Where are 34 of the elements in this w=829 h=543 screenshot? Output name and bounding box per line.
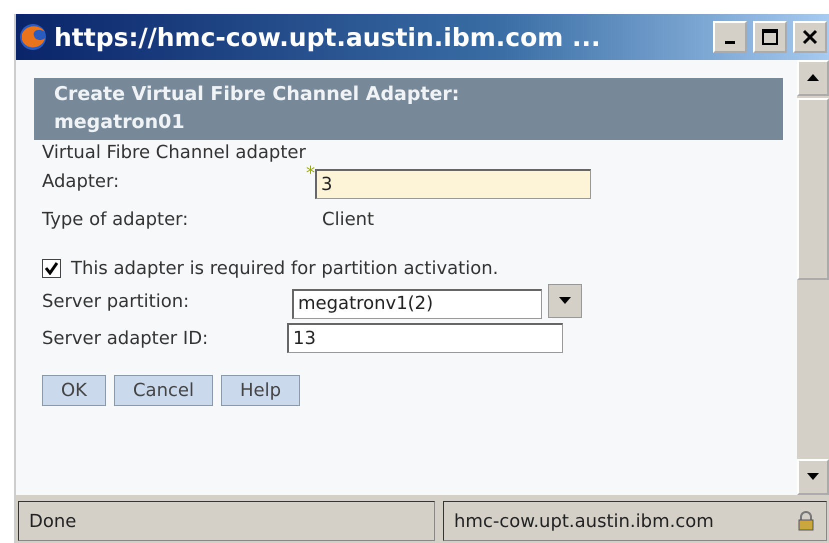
dialog-heading: Create Virtual Fibre Channel Adapter: megatron01 bbox=[34, 78, 783, 140]
server-adapter-id-label: Server adapter ID: bbox=[42, 328, 210, 348]
dialog-button[interactable]: OK bbox=[42, 375, 106, 406]
window-title: https://hmc-cow.upt.austin.ibm.com ... bbox=[54, 22, 602, 52]
required-mark: * bbox=[306, 163, 315, 184]
lock-icon bbox=[796, 511, 816, 531]
up-arrow-icon bbox=[807, 74, 819, 82]
adapter-label: Adapter: bbox=[42, 170, 120, 192]
dropdown-arrow-button[interactable] bbox=[548, 284, 582, 318]
minimize-icon bbox=[725, 40, 735, 44]
scrollbar-thumb[interactable] bbox=[797, 98, 829, 280]
caret-icon bbox=[559, 297, 571, 305]
scroll-up-button[interactable] bbox=[797, 60, 829, 96]
server-partition-label: Server partition: bbox=[42, 290, 190, 312]
down-arrow-icon bbox=[807, 473, 819, 481]
maximize-button[interactable] bbox=[753, 21, 787, 53]
dialog-button[interactable]: Help bbox=[220, 375, 300, 406]
required-checkbox[interactable] bbox=[42, 259, 61, 278]
type-label: Type of adapter: bbox=[42, 209, 190, 230]
minimize-button[interactable] bbox=[713, 21, 747, 53]
scroll-down-button[interactable] bbox=[797, 459, 829, 495]
close-icon bbox=[801, 28, 819, 46]
server-partition-dropdown[interactable]: megatronv1(2) bbox=[292, 289, 542, 319]
status-text: Done bbox=[18, 501, 435, 541]
adapter-field[interactable]: 3 bbox=[315, 169, 591, 199]
host-text: hmc-cow.upt.austin.ibm.com bbox=[454, 510, 714, 532]
type-value: Client bbox=[322, 209, 374, 230]
server-adapter-id-field[interactable]: 13 bbox=[287, 323, 563, 353]
close-button[interactable] bbox=[793, 21, 827, 53]
section-label: Virtual Fibre Channel adapter bbox=[41, 141, 307, 163]
maximize-icon bbox=[761, 28, 779, 46]
browser-icon bbox=[18, 22, 48, 52]
checkbox-label: This adapter is required for partition activation. bbox=[71, 258, 498, 279]
dialog-button[interactable]: Cancel bbox=[114, 375, 213, 406]
